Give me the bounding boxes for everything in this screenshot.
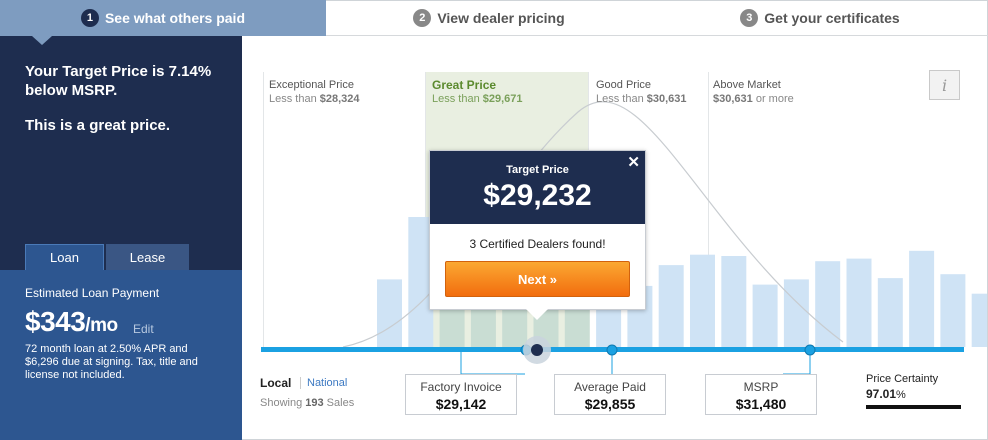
step-label: See what others paid [104, 10, 246, 26]
stat-label: Factory Invoice [420, 380, 502, 394]
loan-payment-box: Estimated Loan Payment $343/mo Edit 72 m… [0, 270, 242, 440]
certainty-bar [866, 405, 962, 409]
histogram-bar [783, 279, 809, 347]
popup-title: Target Price [506, 164, 569, 176]
step-view-dealer-pricing[interactable]: 2 View dealer pricing [326, 0, 652, 36]
band-title: Good Price [596, 79, 652, 91]
loan-terms-text: 72 month loan at 2.50% APR and $6,296 du… [25, 343, 198, 381]
target-price-value: $29,232 [483, 179, 592, 212]
popup-header: Target Price $29,232 ✕ [430, 151, 645, 224]
band-label-great: Great Price Less than $29,671 [432, 78, 523, 106]
dealers-found-message: 3 Certified Dealers found! [469, 237, 606, 251]
histogram-bar [690, 254, 715, 347]
next-button[interactable]: Next » [445, 261, 630, 297]
active-step-caret [32, 36, 52, 45]
band-title: Exceptional Price [269, 79, 354, 91]
price-certainty: Price Certainty 97.01% [866, 373, 938, 401]
step-label: View dealer pricing [437, 10, 565, 26]
step-number-badge: 2 [413, 9, 432, 27]
step-number-badge: 1 [80, 9, 99, 27]
band-label-good: Good Price Less than $30,631 [596, 78, 687, 106]
stat-label: MSRP [743, 380, 779, 394]
certainty-value: 97.01% [866, 387, 906, 401]
payment-tabs: Loan Lease [25, 244, 189, 270]
band-sub: Less than $30,631 [596, 93, 687, 105]
histogram-bar [752, 284, 778, 347]
band-title: Above Market [713, 79, 781, 91]
band-title: Great Price [432, 78, 497, 92]
stat-value: $29,142 [435, 396, 487, 412]
histogram-bar [877, 278, 903, 347]
msrp-marker [804, 344, 816, 356]
tab-loan[interactable]: Loan [25, 244, 104, 270]
band-sub: Less than $28,324 [269, 93, 360, 105]
band-sub: $30,631 or more [713, 93, 794, 105]
step-get-certificates[interactable]: 3 Get your certificates [652, 0, 988, 36]
filter-local[interactable]: Local [260, 376, 291, 390]
factory-invoice-box: Factory Invoice $29,142 [405, 374, 517, 415]
average-paid-box: Average Paid $29,855 [554, 374, 666, 415]
great-price-verdict: This is a great price. [25, 117, 171, 134]
histogram-bar [846, 258, 872, 347]
loan-payment-label: Estimated Loan Payment [25, 286, 160, 300]
band-label-exceptional: Exceptional Price Less than $28,324 [269, 78, 360, 106]
info-icon[interactable]: i [929, 70, 960, 100]
histogram-bar [971, 293, 987, 347]
edit-loan-link[interactable]: Edit [133, 322, 154, 336]
price-summary-panel: Your Target Price is 7.14% below MSRP. T… [0, 36, 242, 440]
loan-payment-amount: $343/mo [25, 306, 118, 338]
band-sub: Less than $29,671 [432, 93, 523, 105]
step-see-what-others-paid[interactable]: 1 See what others paid [0, 0, 326, 36]
band-label-above-market: Above Market $30,631 or more [713, 78, 794, 106]
tab-lease[interactable]: Lease [106, 244, 189, 270]
histogram-bar [377, 279, 402, 347]
stat-value: $29,855 [584, 396, 636, 412]
histogram-bar [658, 265, 684, 347]
loan-amount-unit: /mo [85, 315, 118, 336]
certainty-label: Price Certainty [866, 373, 939, 385]
stat-value: $31,480 [735, 396, 787, 412]
histogram-bar [940, 274, 966, 347]
histogram-bar [909, 250, 935, 347]
popup-pointer [526, 309, 548, 320]
histogram-bar [815, 261, 841, 347]
histogram-bar [721, 256, 747, 347]
sales-count-text: Showing 193 Sales [260, 397, 355, 409]
average-paid-marker [606, 344, 618, 356]
step-progress-bar: 1 See what others paid 2 View dealer pri… [0, 0, 988, 36]
target-price-verdict: Your Target Price is 7.14% below MSRP. [25, 63, 212, 99]
step-label: Get your certificates [764, 10, 900, 26]
close-icon[interactable]: ✕ [627, 153, 640, 171]
target-price-popup: Target Price $29,232 ✕ 3 Certified Deale… [429, 150, 646, 320]
step-number-badge: 3 [740, 9, 759, 27]
stat-label: Average Paid [574, 380, 646, 394]
filter-national[interactable]: National [300, 377, 347, 389]
loan-amount-value: $343 [25, 306, 86, 337]
msrp-box: MSRP $31,480 [705, 374, 817, 415]
target-price-marker [531, 344, 543, 356]
